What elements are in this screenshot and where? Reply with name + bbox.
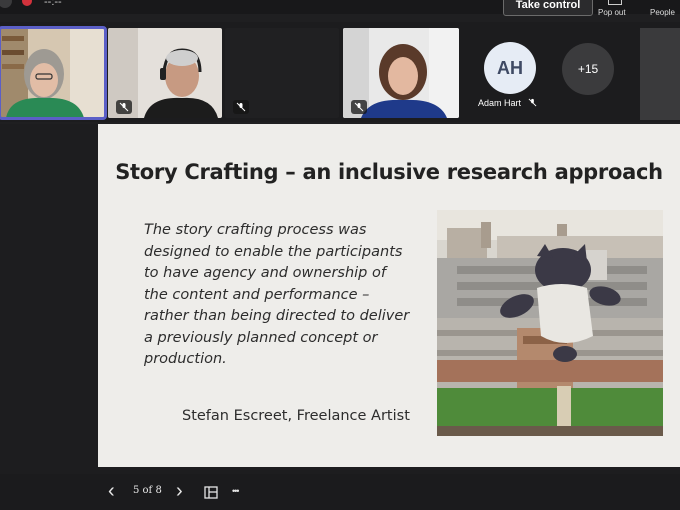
slide-grid-view-icon[interactable] xyxy=(204,486,218,499)
take-control-button[interactable]: Take control xyxy=(503,0,593,16)
muted-mic-icon xyxy=(233,100,249,114)
participant-video-tile[interactable] xyxy=(0,26,107,120)
avatar: AH xyxy=(484,42,536,94)
muted-mic-icon xyxy=(116,100,132,114)
slide-title: Story Crafting – an inclusive research a… xyxy=(115,160,663,184)
participant-video-tile[interactable] xyxy=(108,28,222,118)
more-options-icon[interactable]: ••• xyxy=(232,486,240,496)
slide-photo xyxy=(437,210,663,436)
participant-video-tile[interactable] xyxy=(225,28,339,118)
slide-quote: The story crafting process was designed … xyxy=(144,220,434,371)
quote-line: the content and performance – xyxy=(144,286,370,303)
quote-line: a previously planned concept or xyxy=(144,329,378,346)
next-slide-button[interactable]: › xyxy=(176,480,183,503)
quote-line: rather than being directed to deliver xyxy=(144,308,410,324)
participant-video xyxy=(0,28,105,118)
slide-page-indicator: 5 of 8 xyxy=(133,485,162,496)
people-icon[interactable] xyxy=(658,0,670,4)
presentation-controls-bar xyxy=(0,474,680,510)
quote-line: designed to enable the participants xyxy=(144,243,403,260)
more-participants-button[interactable]: +15 xyxy=(562,43,614,95)
participant-name: Adam Hart xyxy=(470,98,550,108)
previous-slide-button[interactable]: ‹ xyxy=(108,480,115,503)
people-button[interactable]: People xyxy=(650,8,675,17)
slide-attribution: Stefan Escreet, Freelance Artist xyxy=(182,408,410,424)
participant-avatar-tile[interactable]: AH Adam Hart xyxy=(470,28,550,118)
muted-mic-icon xyxy=(351,100,367,114)
quote-line: production. xyxy=(144,351,227,367)
participant-video-tile[interactable] xyxy=(640,28,680,120)
muted-mic-icon xyxy=(528,98,536,107)
pop-out-button[interactable]: Pop out xyxy=(598,8,626,17)
participant-video-tile[interactable] xyxy=(343,28,459,118)
quote-line: The story crafting process was xyxy=(144,222,367,238)
meeting-timer: --:-- xyxy=(44,0,62,8)
quote-line: to have agency and ownership of xyxy=(144,265,386,281)
pop-out-icon[interactable] xyxy=(608,0,622,5)
presentation-slide: Story Crafting – an inclusive research a… xyxy=(98,124,680,467)
